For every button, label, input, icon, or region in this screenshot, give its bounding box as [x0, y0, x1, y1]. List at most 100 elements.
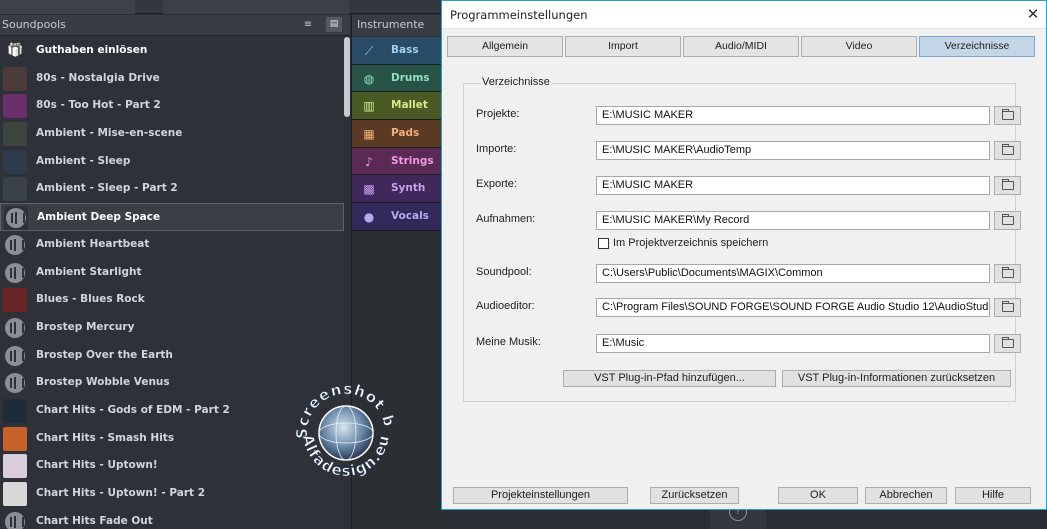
- soundpool-item-label: Ambient - Sleep: [36, 154, 131, 167]
- soundpool-item[interactable]: Ambient - Sleep - Part 2: [0, 175, 344, 203]
- soundpool-cover-thumbnail: [3, 122, 27, 147]
- tab-import[interactable]: Import: [565, 36, 681, 57]
- instrument-item-label: Bass: [391, 44, 419, 56]
- soundpool-item[interactable]: Chart Hits - Gods of EDM - Part 2: [0, 397, 344, 425]
- soundpool-item[interactable]: Brostep Wobble Venus: [0, 369, 344, 397]
- exporte-browse-button[interactable]: [994, 176, 1021, 195]
- soundpools-panel: Soundpools ≡ ▤ 🎁 Guthaben einlösen 80s - N…: [0, 15, 350, 529]
- top-tab-middle[interactable]: [163, 0, 349, 14]
- soundpool-item[interactable]: Chart Hits - Smash Hits: [0, 425, 344, 453]
- soundpool-item[interactable]: Chart Hits Fade Out: [0, 508, 344, 529]
- project-settings-button[interactable]: Projekteinstellungen: [453, 487, 628, 504]
- audioeditor-path-field[interactable]: C:\Program Files\SOUND FORGE\SOUND FORGE…: [596, 298, 990, 317]
- soundpool-item[interactable]: Brostep Mercury: [0, 314, 344, 342]
- soundpool-icon: [3, 260, 27, 285]
- save-in-project-dir-label: Im Projektverzeichnis speichern: [613, 237, 769, 249]
- soundpool-item[interactable]: 80s - Nostalgia Drive: [0, 65, 344, 93]
- cancel-button[interactable]: Abbrechen: [865, 487, 947, 504]
- soundpool-cover-thumbnail: [3, 94, 27, 119]
- tab-audio-midi[interactable]: Audio/MIDI: [683, 36, 799, 57]
- folder-icon: [1002, 179, 1014, 190]
- soundpool-item[interactable]: Ambient - Mise-en-scene: [0, 120, 344, 148]
- instrument-item-label: Mallet: [391, 99, 428, 112]
- folder-icon: [1002, 144, 1014, 155]
- vst-add-path-button[interactable]: VST Plug-in-Pfad hinzufügen...: [563, 370, 776, 387]
- folder-icon: [1002, 109, 1014, 120]
- soundpool-item[interactable]: 🎁 Guthaben einlösen: [0, 37, 344, 65]
- view-toggle-icon[interactable]: ▤: [326, 17, 342, 32]
- top-tab-left[interactable]: [0, 0, 135, 14]
- ok-button[interactable]: OK: [778, 487, 858, 504]
- soundpool-item-label: Chart Hits - Smash Hits: [36, 431, 175, 444]
- soundpool-item-label: Ambient - Sleep - Part 2: [36, 182, 178, 195]
- importe-browse-button[interactable]: [994, 141, 1021, 160]
- save-in-project-dir-checkbox[interactable]: [598, 238, 609, 249]
- soundpool-path-field[interactable]: C:\Users\Public\Documents\MAGIX\Common: [596, 264, 990, 283]
- folder-icon: [1002, 337, 1014, 348]
- exporte-path-field[interactable]: E:\MUSIC MAKER: [596, 176, 990, 195]
- sort-icon[interactable]: ≡: [300, 17, 316, 32]
- soundpool-item-label: Chart Hits - Gods of EDM - Part 2: [36, 403, 230, 416]
- instrument-item-mallet[interactable]: ▥ Mallet: [352, 92, 444, 121]
- dialog-titlebar: Programmeinstellungen ✕: [442, 1, 1046, 29]
- soundpools-title: Soundpools: [2, 18, 66, 31]
- instruments-title: Instrumente: [357, 18, 425, 31]
- soundpool-icon: [3, 315, 27, 340]
- soundpool-item[interactable]: Ambient Starlight: [0, 259, 344, 287]
- instrument-item-label: Strings: [391, 154, 434, 167]
- instrument-item-pads[interactable]: ▦ Pads: [352, 120, 444, 148]
- aufnahmen-browse-button[interactable]: [994, 211, 1021, 230]
- instrument-item-label: Synth: [391, 182, 426, 195]
- soundpool-cover-thumbnail: [3, 288, 27, 313]
- soundpool-cover-thumbnail: [3, 426, 27, 451]
- instrument-item-bass[interactable]: ⟋ Bass: [352, 37, 444, 65]
- soundpools-scrollbar[interactable]: [344, 37, 350, 117]
- instrument-item-label: Drums: [391, 71, 430, 84]
- soundpool-cover-thumbnail: [3, 454, 27, 479]
- projekte-path-field[interactable]: E:\MUSIC MAKER: [596, 106, 990, 125]
- aufnahmen-path-field[interactable]: E:\MUSIC MAKER\My Record: [596, 211, 990, 230]
- tab-video[interactable]: Video: [801, 36, 917, 57]
- vst-reset-info-button[interactable]: VST Plug-in-Informationen zurücksetzen: [782, 370, 1011, 387]
- projekte-browse-button[interactable]: [994, 106, 1021, 125]
- soundpool-item-label: 80s - Too Hot - Part 2: [36, 99, 161, 112]
- soundpool-icon: [4, 206, 28, 231]
- reset-button[interactable]: Zurücksetzen: [650, 487, 739, 504]
- meine-musik-path-field[interactable]: E:\Music: [596, 334, 990, 353]
- instrument-item-strings[interactable]: ♪ Strings: [352, 147, 444, 176]
- folder-icon: [1002, 301, 1014, 312]
- soundpool-browse-button[interactable]: [994, 264, 1021, 283]
- tab-allgemein[interactable]: Allgemein: [447, 36, 563, 57]
- meine-musik-label: Meine Musik:: [476, 336, 541, 348]
- importe-path-field[interactable]: E:\MUSIC MAKER\AudioTemp: [596, 141, 990, 160]
- folder-icon: [1002, 214, 1014, 225]
- instrument-item-drums[interactable]: ◍ Drums: [352, 64, 444, 93]
- soundpool-item[interactable]: Chart Hits - Uptown! - Part 2: [0, 480, 344, 508]
- instrument-item-vocals[interactable]: ● Vocals: [352, 203, 444, 231]
- meine-musik-browse-button[interactable]: [994, 334, 1021, 353]
- close-icon[interactable]: ✕: [1025, 6, 1041, 22]
- soundpool-item[interactable]: Blues - Blues Rock: [0, 286, 344, 314]
- gift-icon: 🎁: [3, 39, 27, 63]
- soundpool-item-label: Brostep Mercury: [36, 320, 135, 333]
- soundpool-item[interactable]: Chart Hits - Uptown!: [0, 452, 344, 480]
- exporte-label: Exporte:: [476, 178, 517, 190]
- soundpool-item-label: Ambient Starlight: [36, 265, 142, 278]
- soundpool-item[interactable]: 80s - Too Hot - Part 2: [0, 92, 344, 120]
- soundpool-item[interactable]: Ambient - Sleep: [0, 148, 344, 176]
- guitar-icon: ⟋: [364, 44, 374, 58]
- soundpool-item[interactable]: Ambient Deep Space: [0, 203, 344, 231]
- soundpool-item-label: Ambient Heartbeat: [36, 237, 150, 250]
- soundpool-item[interactable]: Brostep Over the Earth: [0, 342, 344, 370]
- soundpool-item[interactable]: Ambient Heartbeat: [0, 231, 344, 259]
- soundpool-cover-thumbnail: [3, 177, 27, 202]
- directories-content: Verzeichnisse Projekte: E:\MUSIC MAKER Imp…: [452, 64, 1035, 479]
- soundpool-item-label: Chart Hits Fade Out: [36, 514, 153, 527]
- help-button[interactable]: Hilfe: [955, 487, 1031, 504]
- audioeditor-browse-button[interactable]: [994, 298, 1021, 317]
- soundpool-item-label: Brostep Wobble Venus: [36, 376, 170, 389]
- audioeditor-label: Audioeditor:: [476, 300, 535, 312]
- tab-verzeichnisse[interactable]: Verzeichnisse: [919, 36, 1035, 57]
- instruments-panel: Instrumente ⟋ Bass ◍ Drums ▥ Mallet ▦ Pads ♪ Stri…: [351, 15, 444, 529]
- instrument-item-synth[interactable]: ▩ Synth: [352, 175, 444, 204]
